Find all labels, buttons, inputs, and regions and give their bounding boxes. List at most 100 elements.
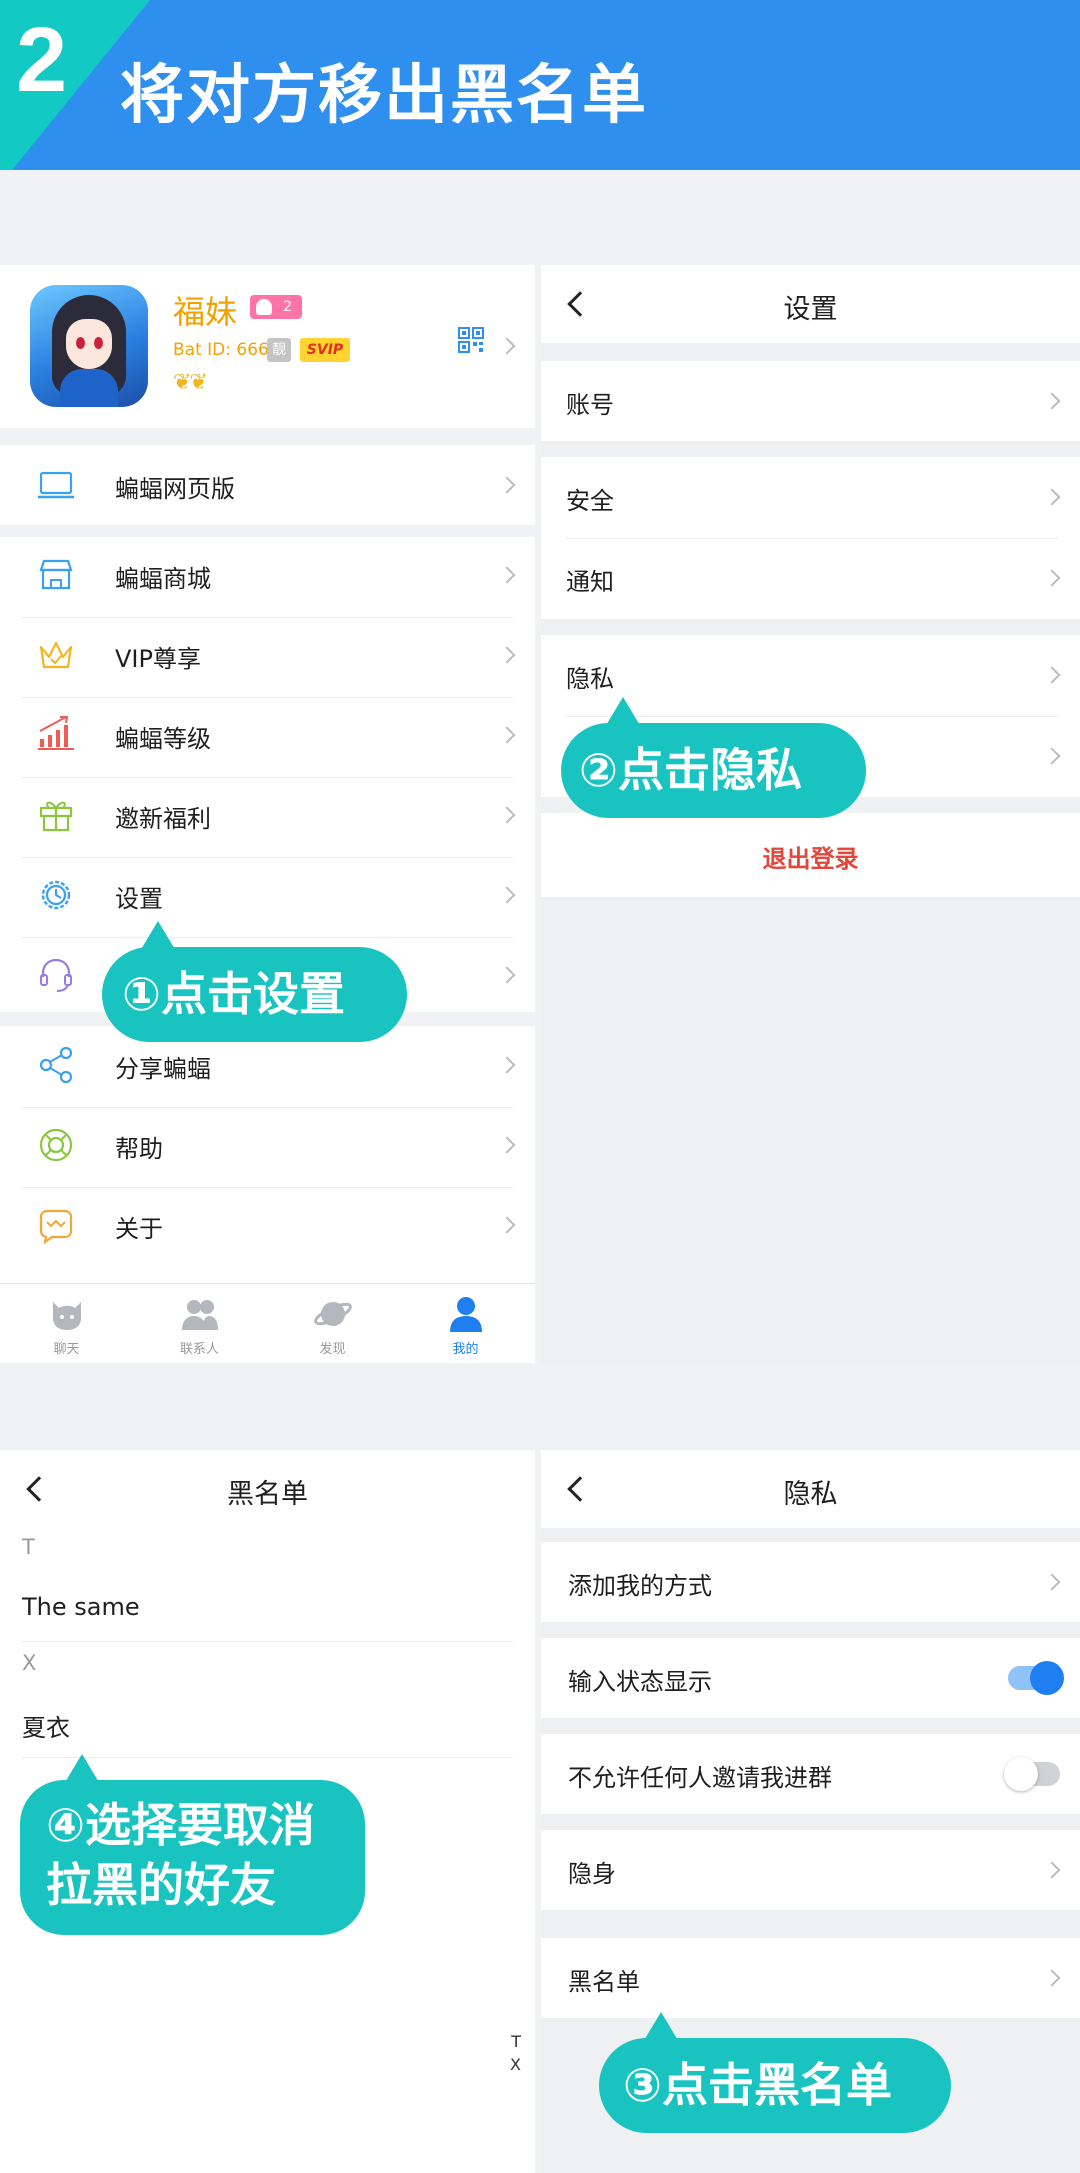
blacklist-contact[interactable]: The same <box>22 1593 140 1621</box>
chevron-right-icon <box>498 1216 516 1234</box>
chevron-right-icon <box>1043 488 1061 506</box>
svip-badge: SVIP <box>300 338 350 362</box>
chevron-right-icon <box>498 886 516 904</box>
blacklist-screen: 黑名单 T The same X 夏衣 T X ④选择要取消 拉黑的好友 <box>0 1450 535 2173</box>
privacy-title: 隐私 <box>783 1479 838 1510</box>
chevron-right-icon <box>1043 1861 1061 1879</box>
privacy-item-add-me[interactable]: 添加我的方式 <box>541 1542 1080 1622</box>
profile-name: 福妹 <box>173 293 238 331</box>
settings-label-security: 安全 <box>566 487 614 515</box>
menu-label-help: 帮助 <box>115 1135 163 1163</box>
chevron-right-icon <box>1043 392 1061 410</box>
user-icon <box>450 1297 482 1332</box>
menu-label-vip: VIP尊享 <box>115 645 201 673</box>
privacy-item-no-invite: 不允许任何人邀请我进群 <box>541 1734 1080 1814</box>
callout-step2: ②点击隐私 <box>561 697 866 818</box>
wings-badge-icon: ❦❦ <box>173 370 208 395</box>
settings-label-notify: 通知 <box>566 568 614 596</box>
store-icon <box>39 559 73 590</box>
menu-label-settings: 设置 <box>115 885 163 913</box>
callout-step3: ③点击黑名单 <box>599 2012 951 2133</box>
liang-badge: 靓 <box>267 338 291 362</box>
settings-group-security: 安全 通知 <box>541 457 1080 619</box>
chevron-right-icon <box>498 337 516 355</box>
typing-status-toggle[interactable] <box>1008 1661 1064 1695</box>
menu-label-mall: 蝙蝠商城 <box>115 565 211 593</box>
chevron-right-icon <box>1043 1573 1061 1591</box>
logout-button[interactable]: 退出登录 <box>541 813 1080 897</box>
tab-contacts[interactable]: 联系人 <box>133 1284 266 1363</box>
privacy-label-no-invite: 不允许任何人邀请我进群 <box>568 1764 832 1792</box>
blacklist-nav-bar: 黑名单 <box>0 1450 535 1528</box>
privacy-item-typing: 输入状态显示 <box>541 1638 1080 1718</box>
blacklist-title: 黑名单 <box>227 1479 308 1510</box>
banner-step-number: 2 <box>16 9 68 111</box>
chevron-right-icon <box>1043 569 1061 587</box>
settings-item-account[interactable]: 账号 <box>541 361 1080 441</box>
settings-label-privacy: 隐私 <box>566 665 614 693</box>
bottom-tab-bar: 聊天 联系人 发现 我的 <box>0 1283 535 1363</box>
chevron-right-icon <box>498 646 516 664</box>
chevron-right-icon <box>498 1136 516 1154</box>
logout-label: 退出登录 <box>762 845 859 873</box>
help-lifebuoy-icon <box>39 1128 73 1162</box>
menu-label-share: 分享蝙蝠 <box>115 1055 211 1083</box>
menu-label-invite: 邀新福利 <box>115 805 211 833</box>
chevron-right-icon <box>1043 747 1061 765</box>
privacy-label-blacklist: 黑名单 <box>568 1968 640 1996</box>
tab-label-chat: 聊天 <box>53 1342 80 1357</box>
settings-screen: 设置 账号 安全 通知 隐私 退出登录 ②点击隐私 <box>541 265 1080 1363</box>
menu-label-level: 蝙蝠等级 <box>115 725 211 753</box>
privacy-nav-bar: 隐私 <box>541 1450 1080 1528</box>
tab-label-me: 我的 <box>452 1342 479 1357</box>
menu-label-web: 蝙蝠网页版 <box>115 475 235 503</box>
chevron-right-icon <box>1043 1969 1061 1987</box>
friend-count-badge: 2 <box>250 295 302 319</box>
about-bat-icon <box>39 1209 73 1245</box>
tab-label-discover: 发现 <box>319 1342 346 1357</box>
profile-card[interactable]: 福妹 2 Bat ID: 666 靓 SVIP ❦❦ <box>0 265 535 428</box>
qr-code-icon[interactable] <box>458 327 484 353</box>
contacts-icon <box>182 1300 218 1330</box>
avatar[interactable] <box>30 285 148 407</box>
callout-step1: ①点击设置 <box>102 921 407 1042</box>
bat-id: Bat ID: 666 <box>173 340 269 360</box>
level-chart-icon <box>38 716 74 750</box>
gear-icon <box>41 880 71 910</box>
callout-step4: ④选择要取消 拉黑的好友 <box>20 1754 365 1935</box>
privacy-label-add-me: 添加我的方式 <box>568 1572 712 1600</box>
menu-group: 蝙蝠商城 VIP尊享 蝙蝠等级 邀新福利 设置 分享蝙蝠 帮助 关于 <box>0 537 535 1287</box>
privacy-label-stealth: 隐身 <box>568 1860 616 1888</box>
chevron-right-icon <box>498 566 516 584</box>
no-invite-toggle[interactable] <box>1004 1757 1060 1791</box>
settings-nav-bar: 设置 <box>541 265 1080 343</box>
settings-title: 设置 <box>783 294 838 325</box>
menu-item-web[interactable]: 蝙蝠网页版 <box>0 445 535 525</box>
section-letter-t: T <box>22 1535 35 1559</box>
privacy-screen: 隐私 添加我的方式 输入状态显示 不允许任何人邀请我进群 隐身 黑名单 ③点击黑… <box>541 1450 1080 2173</box>
gift-icon <box>39 801 73 832</box>
menu-label-about: 关于 <box>115 1215 163 1243</box>
tab-discover[interactable]: 发现 <box>266 1284 399 1363</box>
banner-title: 将对方移出黑名单 <box>120 59 648 133</box>
tab-chat[interactable]: 聊天 <box>0 1284 133 1363</box>
planet-icon <box>314 1302 352 1326</box>
index-letter-x[interactable]: X <box>510 2055 521 2074</box>
privacy-label-typing: 输入状态显示 <box>568 1668 712 1696</box>
person-icon <box>256 299 272 315</box>
share-icon <box>39 1046 73 1084</box>
tab-me[interactable]: 我的 <box>399 1284 532 1363</box>
laptop-icon <box>38 471 74 499</box>
tab-label-contacts: 联系人 <box>179 1342 219 1357</box>
settings-label-account: 账号 <box>566 391 614 419</box>
me-screen: 福妹 2 Bat ID: 666 靓 SVIP ❦❦ 蝙蝠网页版 蝙蝠商城 VI… <box>0 265 535 1363</box>
index-letter-t[interactable]: T <box>511 2032 521 2051</box>
headset-icon <box>40 958 72 992</box>
chevron-right-icon <box>1043 666 1061 684</box>
blacklist-contact[interactable]: 夏衣 <box>22 1708 70 1743</box>
crown-icon <box>39 641 73 669</box>
chevron-right-icon <box>498 1056 516 1074</box>
section-letter-x: X <box>22 1651 37 1675</box>
privacy-item-blacklist[interactable]: 黑名单 <box>541 1938 1080 2018</box>
privacy-item-stealth[interactable]: 隐身 <box>541 1830 1080 1910</box>
